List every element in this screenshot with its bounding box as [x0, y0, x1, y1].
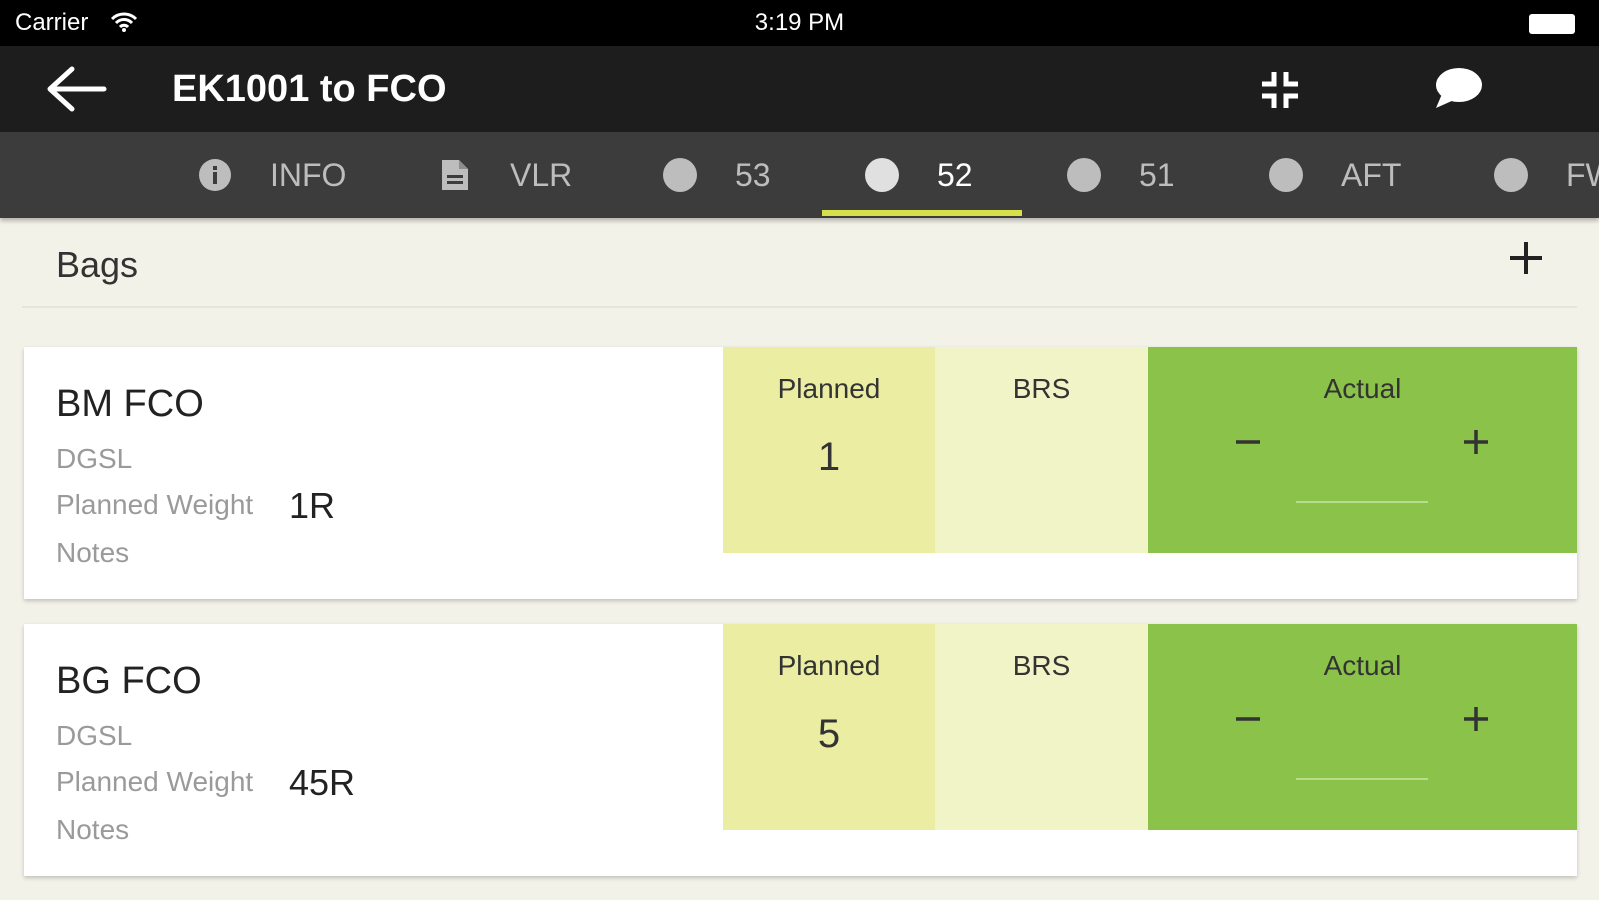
- tab-52[interactable]: 52: [865, 132, 973, 218]
- brs-label: BRS: [1012, 650, 1071, 681]
- dot-icon: [1269, 158, 1303, 192]
- tab-label: FWD: [1566, 156, 1599, 193]
- plus-icon: [1510, 242, 1542, 274]
- plus-icon: [1464, 707, 1488, 731]
- minus-icon: [1236, 440, 1260, 444]
- planned-label: Planned: [777, 373, 881, 404]
- increment-button[interactable]: [1451, 694, 1501, 744]
- dot-icon: [865, 158, 899, 192]
- bag-name: BM FCO: [56, 383, 204, 425]
- plus-icon: [1464, 430, 1488, 454]
- actual-cell: Actual: [1148, 624, 1577, 830]
- tab-51[interactable]: 51: [1067, 132, 1175, 218]
- fullscreen-exit-icon: [1262, 72, 1298, 108]
- section-header: Bags: [22, 218, 1577, 308]
- decrement-button[interactable]: [1223, 417, 1273, 467]
- actual-cell: Actual: [1148, 347, 1577, 553]
- dgsl-label: DGSL: [56, 443, 133, 474]
- brs-cell: BRS: [935, 347, 1148, 553]
- tab-label: 51: [1139, 156, 1175, 193]
- planned-weight-value: 45R: [289, 762, 356, 803]
- tab-aft[interactable]: AFT: [1269, 132, 1401, 218]
- chat-button[interactable]: [1432, 64, 1484, 114]
- dgsl-label: DGSL: [56, 720, 133, 751]
- actual-input[interactable]: [1296, 467, 1428, 503]
- tab-label: VLR: [510, 156, 573, 193]
- tab-bar: INFO VLR 53 52 51 AFT FWD: [0, 132, 1599, 218]
- minus-icon: [1236, 717, 1260, 721]
- planned-value: 1: [817, 435, 841, 479]
- back-button[interactable]: [42, 64, 112, 114]
- actual-label: Actual: [1323, 373, 1402, 404]
- dot-icon: [663, 158, 697, 192]
- decrement-button[interactable]: [1223, 694, 1273, 744]
- planned-weight-label: Planned Weight: [56, 489, 254, 520]
- info-icon: [198, 158, 232, 192]
- tab-label: AFT: [1341, 156, 1402, 193]
- tab-53[interactable]: 53: [663, 132, 771, 218]
- page-title: EK1001 to FCO: [172, 68, 447, 110]
- planned-value: 5: [817, 712, 841, 756]
- planned-cell: Planned 5: [723, 624, 935, 830]
- brs-cell: BRS: [935, 624, 1148, 830]
- notes-label: Notes: [56, 537, 130, 568]
- tab-label: 52: [937, 156, 973, 193]
- chat-bubble-icon: [1436, 68, 1482, 108]
- notes-label: Notes: [56, 814, 130, 845]
- brs-label: BRS: [1012, 373, 1071, 404]
- tab-vlr[interactable]: VLR: [438, 132, 572, 218]
- planned-weight-value: 1R: [289, 485, 336, 526]
- bag-name: BG FCO: [56, 660, 202, 702]
- active-tab-indicator: [822, 210, 1022, 216]
- document-icon: [438, 158, 472, 192]
- tab-label: INFO: [270, 156, 347, 193]
- planned-weight-label: Planned Weight: [56, 766, 254, 797]
- add-bag-button[interactable]: [1504, 236, 1548, 280]
- bag-card: BG FCO DGSL Planned Weight 45R Notes Pla…: [24, 624, 1577, 876]
- arrow-left-icon: [47, 66, 107, 112]
- bag-card: BM FCO DGSL Planned Weight 1R Notes Plan…: [24, 347, 1577, 599]
- tab-fwd[interactable]: FWD: [1494, 132, 1599, 218]
- status-bar: Carrier 3:19 PM: [0, 0, 1599, 46]
- increment-button[interactable]: [1451, 417, 1501, 467]
- dot-icon: [1067, 158, 1101, 192]
- tab-label: 53: [735, 156, 771, 193]
- planned-label: Planned: [777, 650, 881, 681]
- actual-label: Actual: [1323, 650, 1402, 681]
- planned-cell: Planned 1: [723, 347, 935, 553]
- status-time: 3:19 PM: [754, 9, 845, 36]
- actual-input[interactable]: [1296, 744, 1428, 780]
- section-title: Bags: [56, 244, 139, 285]
- collapse-button[interactable]: [1258, 68, 1302, 112]
- battery-icon: [1529, 14, 1575, 34]
- app-bar: EK1001 to FCO: [0, 46, 1599, 132]
- dot-icon: [1494, 158, 1528, 192]
- tab-info[interactable]: INFO: [198, 132, 346, 218]
